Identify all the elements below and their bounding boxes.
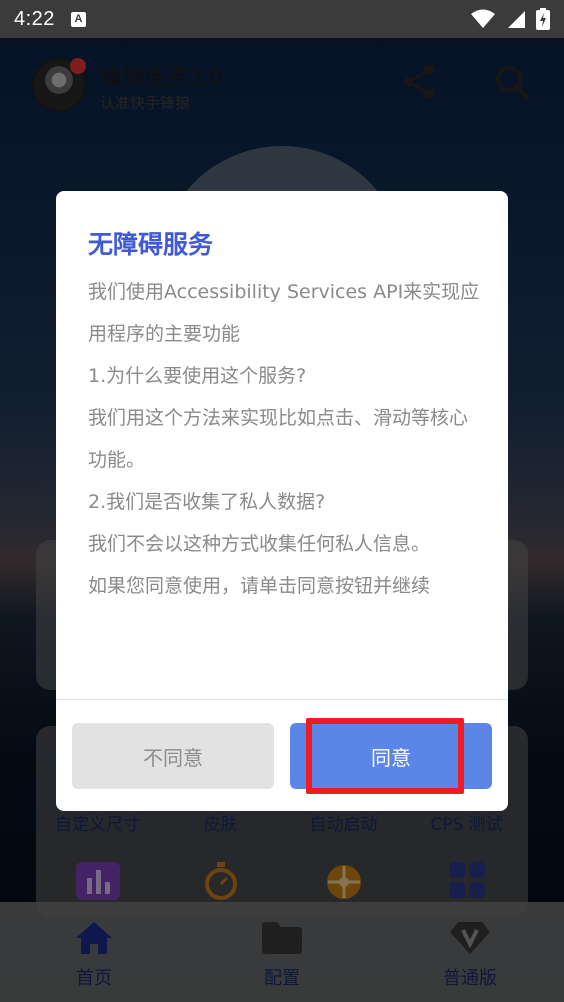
agree-highlight-box bbox=[306, 718, 464, 794]
dialog-title: 无障碍服务 bbox=[88, 230, 214, 259]
dialog-paragraph: 我们不会以这种方式收集任何私人信息。 bbox=[88, 533, 431, 555]
disagree-button[interactable]: 不同意 bbox=[72, 723, 274, 789]
dialog-paragraph: 2.我们是否收集了私人数据? bbox=[88, 491, 326, 513]
dialog-body: 我们使用Accessibility Services API来实现应用程序的主要… bbox=[88, 271, 480, 607]
status-bar: 4:22 A bbox=[0, 0, 564, 38]
dialog-divider bbox=[56, 699, 508, 700]
dialog-paragraph: 我们使用Accessibility Services API来实现应用程序的主要… bbox=[88, 281, 480, 345]
a-letter-icon: A bbox=[70, 11, 86, 27]
wifi-icon bbox=[471, 9, 495, 28]
signal-icon bbox=[508, 11, 525, 28]
battery-icon bbox=[536, 8, 550, 30]
status-time: 4:22 bbox=[14, 7, 55, 30]
dialog-paragraph: 如果您同意使用，请单击同意按钮并继续 bbox=[88, 575, 431, 597]
dialog-paragraph: 1.为什么要使用这个服务? bbox=[88, 365, 307, 387]
dialog-paragraph: 我们用这个方法来实现比如点击、滑动等核心功能。 bbox=[88, 407, 469, 471]
